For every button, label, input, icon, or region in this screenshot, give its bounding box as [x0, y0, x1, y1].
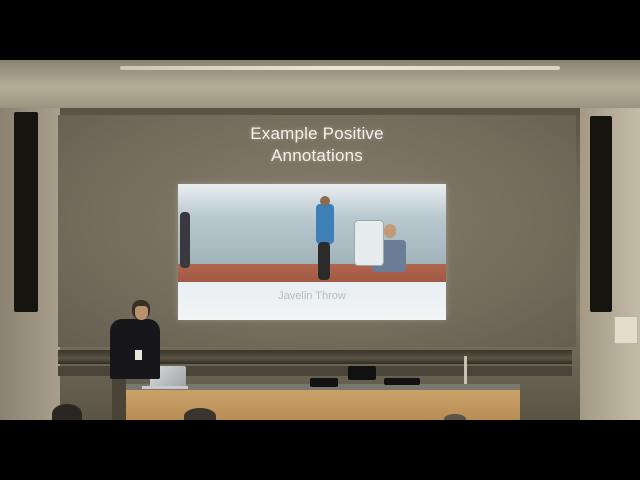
image-caption: Javelin Throw	[278, 290, 346, 302]
microphone-stand	[464, 356, 467, 384]
athlete-legs	[318, 242, 330, 280]
ceiling	[0, 60, 640, 108]
wall-panel	[614, 316, 638, 344]
slide-title-line-2: Annotations	[271, 146, 363, 165]
left-loudspeaker	[14, 112, 38, 312]
video-frame: Example Positive Annotations Javelin Thr…	[0, 0, 640, 480]
equipment-stand	[354, 220, 384, 266]
slide-example-image: Javelin Throw	[178, 184, 446, 320]
cable-pile	[384, 378, 420, 385]
laptop-base	[142, 386, 188, 389]
athlete-head	[320, 196, 330, 206]
audience-head	[184, 408, 216, 420]
athlete-figure	[316, 204, 334, 244]
lecture-hall-scene: Example Positive Annotations Javelin Thr…	[0, 60, 640, 420]
audience-head	[52, 404, 82, 420]
slide-title: Example Positive Annotations	[58, 123, 576, 167]
presenter-face	[135, 306, 148, 320]
ceiling-light	[120, 66, 560, 70]
presenter-legs	[112, 376, 126, 420]
name-badge	[135, 350, 142, 360]
judge-head	[384, 224, 396, 238]
right-loudspeaker	[590, 116, 612, 312]
av-device	[310, 378, 338, 387]
audience-head	[444, 414, 466, 420]
background-person	[180, 212, 190, 268]
slide-title-line-1: Example Positive	[250, 124, 384, 143]
control-box	[348, 366, 376, 380]
presenter-body	[110, 319, 160, 379]
